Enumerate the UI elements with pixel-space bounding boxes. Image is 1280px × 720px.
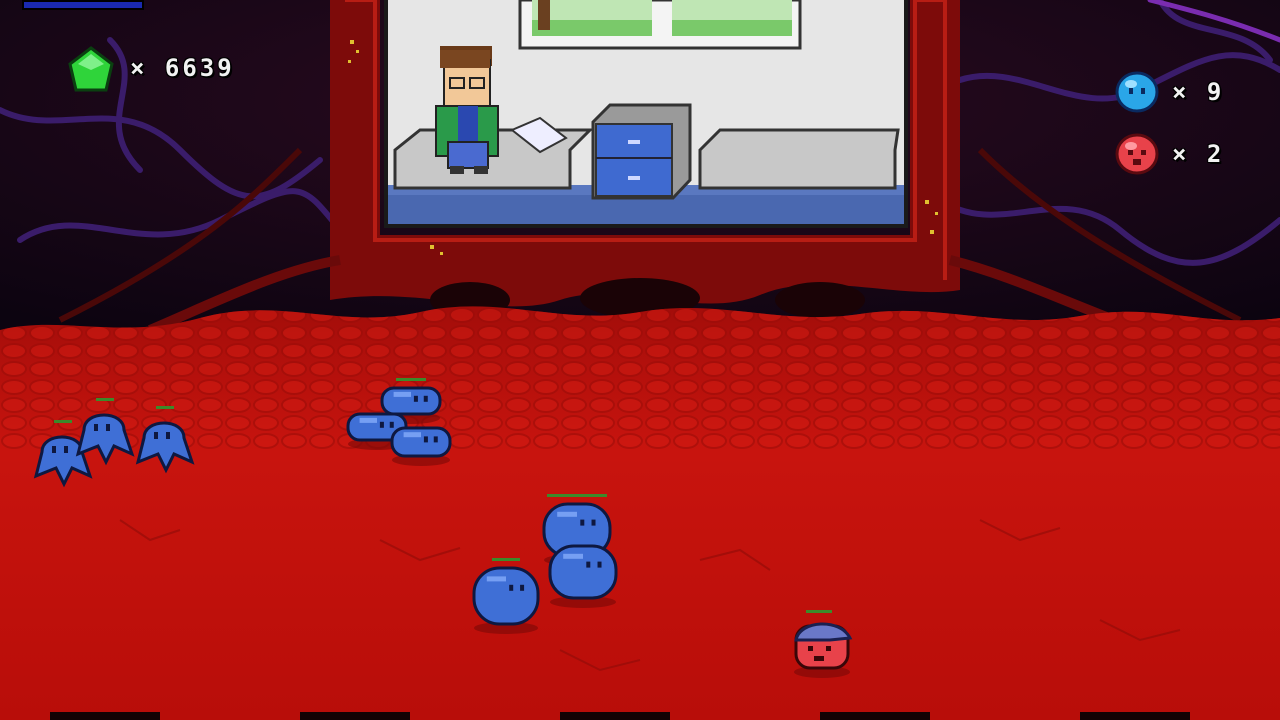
boy-character <box>435 46 499 174</box>
blue-blob-unit[interactable] <box>548 544 618 608</box>
game-stage[interactable]: × 6639 × 9 × 2 <box>0 0 1280 720</box>
cabinet <box>591 103 692 200</box>
tv-screen <box>384 0 908 228</box>
red-blob-face-icon <box>1115 133 1159 175</box>
gem-count: × 6639 <box>130 54 235 82</box>
green-gem-icon <box>68 46 114 92</box>
red-blob-count: × 2 <box>1172 140 1225 168</box>
flesh-floor <box>0 306 1280 720</box>
blue-blob-face-icon <box>1115 71 1159 113</box>
blue-blob-count: × 9 <box>1172 78 1225 106</box>
hud-top-bar <box>22 0 144 10</box>
game-scene[interactable] <box>0 0 1280 720</box>
window <box>518 0 802 50</box>
right-bed <box>698 128 900 190</box>
blue-blob-unit[interactable] <box>390 426 452 466</box>
